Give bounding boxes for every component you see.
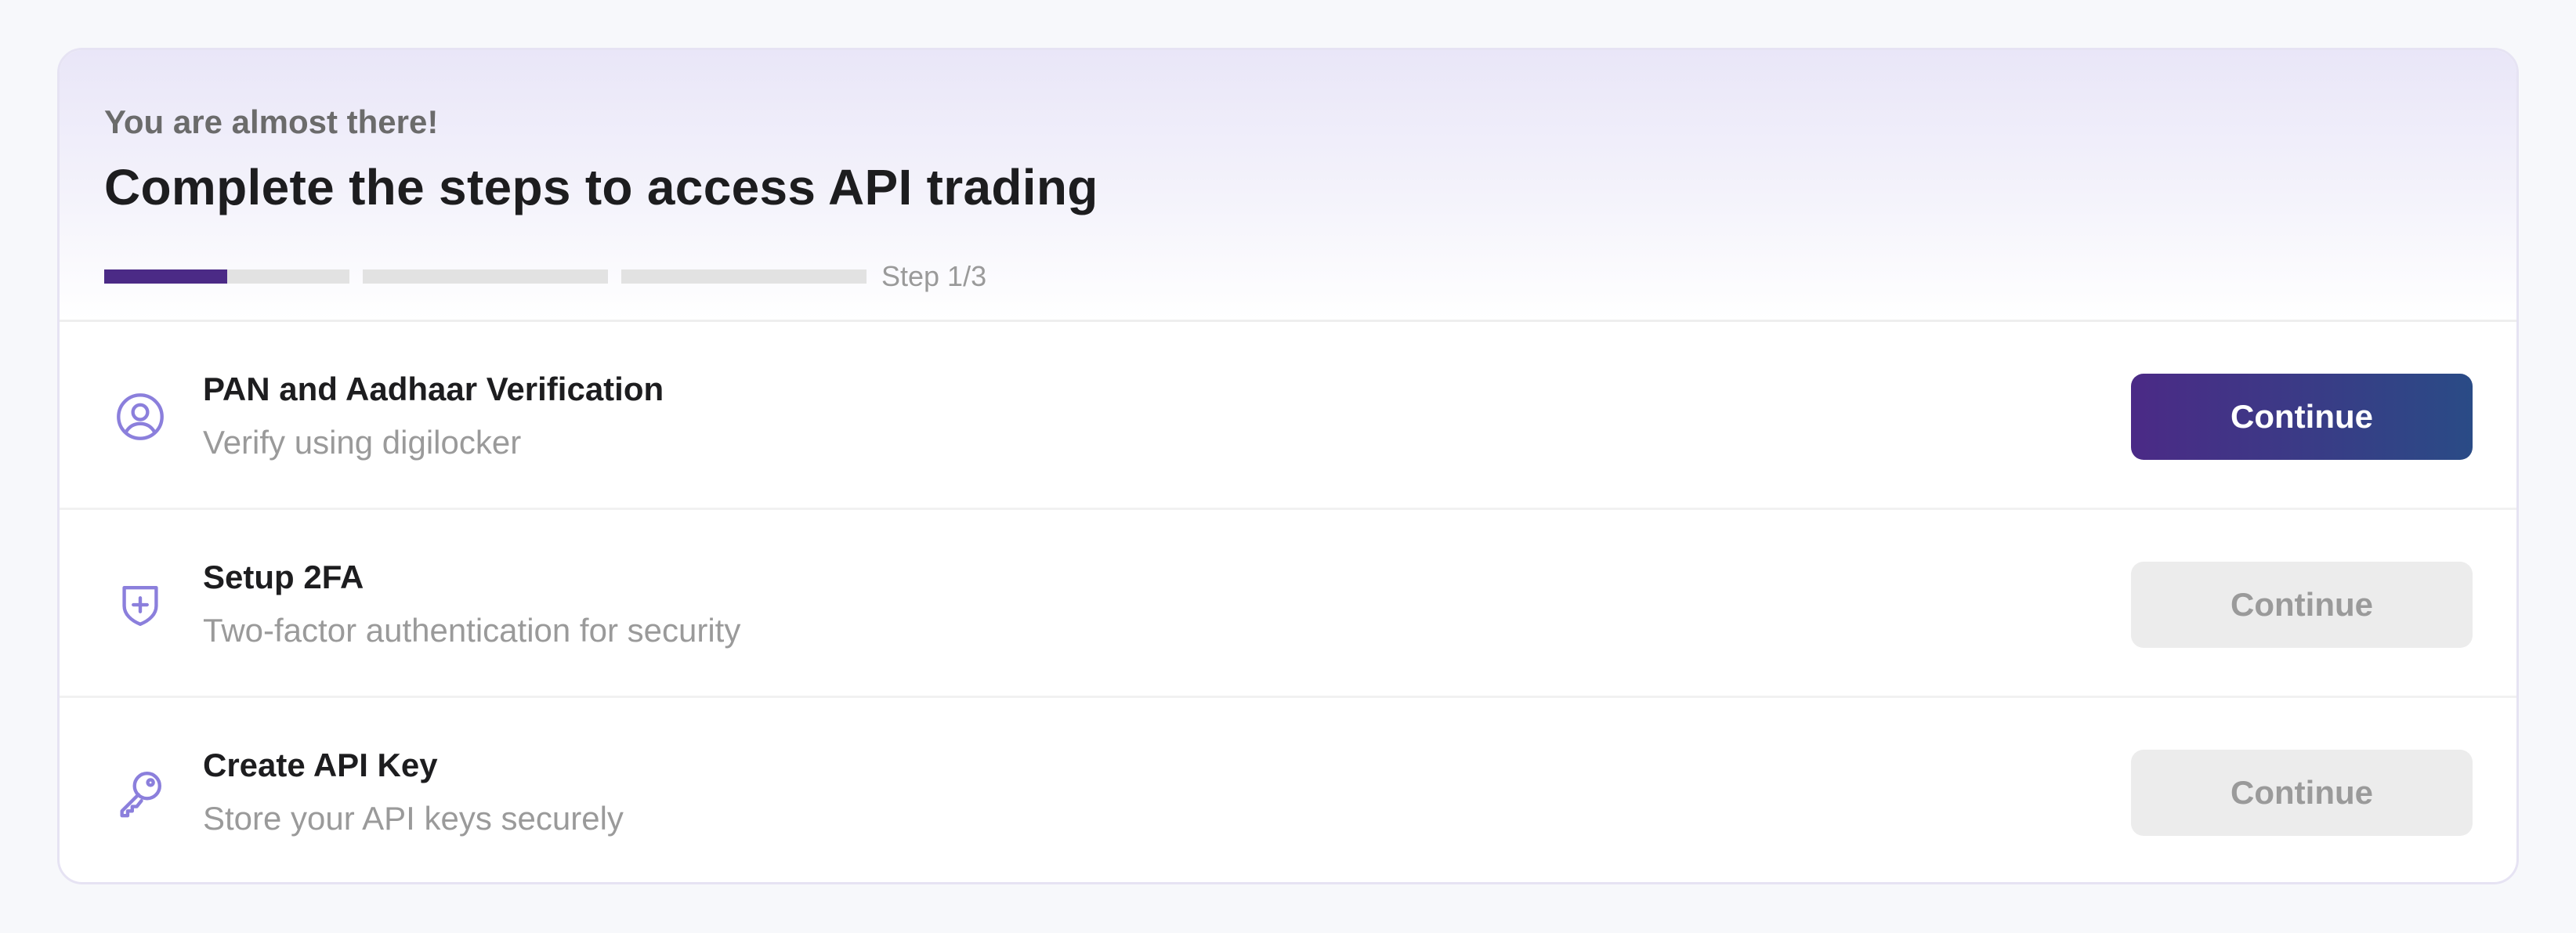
user-circle-icon bbox=[117, 393, 164, 440]
shield-plus-icon bbox=[122, 585, 158, 626]
key-icon bbox=[120, 772, 161, 818]
step-subtitle: Verify using digilocker bbox=[203, 424, 522, 461]
step-counter: Step 1/3 bbox=[881, 260, 987, 292]
page-title: Complete the steps to access API trading bbox=[104, 159, 1098, 215]
step-progress: Step 1/3 bbox=[104, 260, 986, 293]
progress-segment-2 bbox=[363, 269, 608, 284]
step-row-2fa: Setup 2FA Two-factor authentication for … bbox=[60, 510, 2516, 698]
step-row-api-key: Create API Key Store your API keys secur… bbox=[60, 698, 2516, 882]
progress-segment-3 bbox=[621, 269, 867, 284]
step-title: Setup 2FA bbox=[203, 559, 364, 595]
step-title: PAN and Aadhaar Verification bbox=[203, 371, 664, 407]
continue-button-pan-aadhaar[interactable]: Continue bbox=[2131, 374, 2473, 460]
progress-fill bbox=[104, 269, 227, 284]
step-subtitle: Two-factor authentication for security bbox=[203, 612, 741, 649]
header-eyebrow: You are almost there! bbox=[104, 103, 439, 140]
step-subtitle: Store your API keys securely bbox=[203, 800, 624, 837]
continue-button-api-key[interactable]: Continue bbox=[2131, 750, 2473, 836]
card-header: You are almost there! Complete the steps… bbox=[60, 50, 2516, 322]
api-trading-onboarding-card: You are almost there! Complete the steps… bbox=[57, 48, 2519, 884]
continue-button-2fa[interactable]: Continue bbox=[2131, 562, 2473, 648]
step-row-pan-aadhaar: PAN and Aadhaar Verification Verify usin… bbox=[60, 322, 2516, 510]
progress-segment-1 bbox=[104, 269, 349, 284]
step-title: Create API Key bbox=[203, 747, 438, 783]
